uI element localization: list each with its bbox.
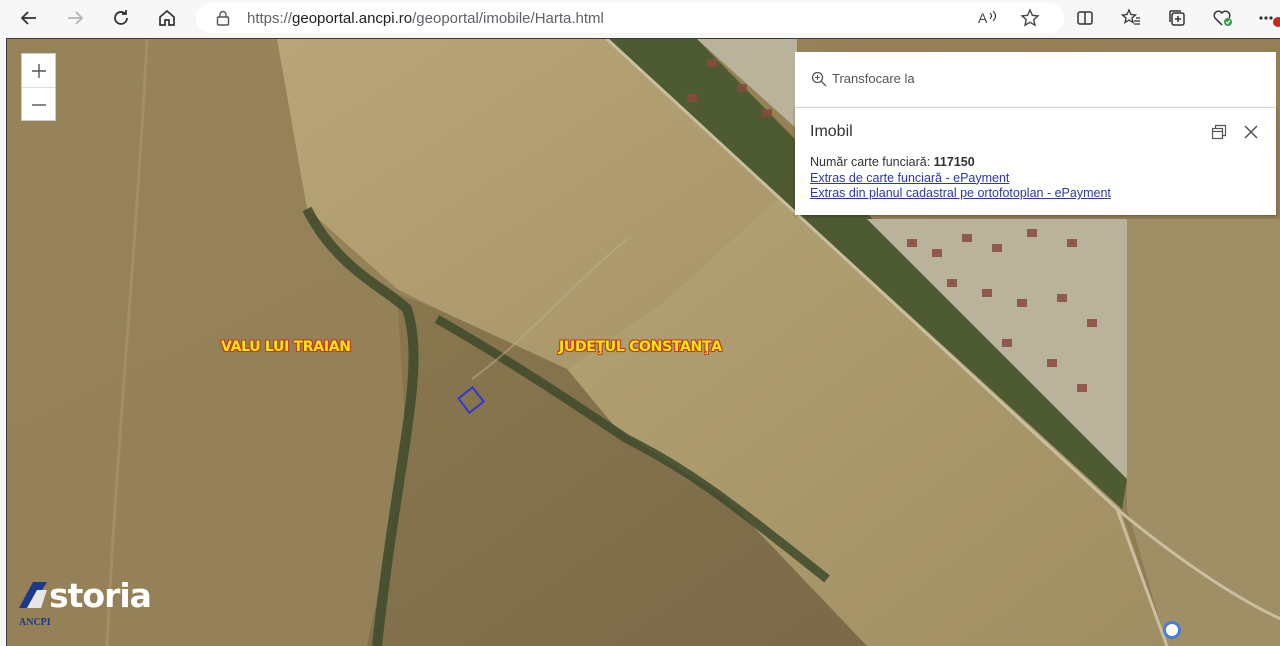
url-text[interactable]: https://geoportal.ancpi.ro/geoportal/imo…	[247, 10, 604, 27]
search-zoom-icon	[811, 71, 827, 92]
zoom-out-button[interactable]	[22, 87, 55, 121]
collections-icon[interactable]	[1163, 4, 1191, 32]
extras-plan-cadastral-link[interactable]: Extras din planul cadastral pe ortofotop…	[810, 186, 1111, 202]
dock-icon[interactable]	[1209, 122, 1229, 142]
ancpi-label: ANCPI	[19, 617, 51, 628]
place-label-valu-lui-traian: VALU LUI TRAIAN	[221, 339, 351, 355]
field-label: Număr carte funciară:	[810, 155, 931, 169]
popup-title: Imobil	[810, 123, 853, 140]
storia-logo-text: storia	[49, 576, 152, 615]
zoom-control	[21, 53, 56, 121]
browser-essentials-icon[interactable]	[1209, 4, 1237, 32]
lock-icon[interactable]	[216, 10, 230, 31]
favorites-icon[interactable]	[1117, 4, 1145, 32]
carte-funciara-field: Număr carte funciară: 117150	[810, 155, 1111, 171]
more-icon[interactable]	[1255, 4, 1280, 32]
feature-popup: Imobil Număr carte funciară: 117150 Extr…	[795, 108, 1276, 215]
extras-carte-funciara-link[interactable]: Extras de carte funciară - ePayment	[810, 171, 1111, 187]
forward-icon[interactable]	[61, 4, 89, 32]
read-aloud-icon[interactable]: A	[978, 9, 998, 32]
ancpi-logo-icon	[19, 582, 47, 608]
home-icon[interactable]	[153, 4, 181, 32]
storia-watermark: storia	[17, 574, 177, 644]
split-screen-icon[interactable]	[1071, 4, 1099, 32]
map-viewport[interactable]: VALU LUI TRAIAN JUDEŢUL CONSTANŢA Transf…	[6, 38, 1280, 646]
search-widget[interactable]: Transfocare la	[795, 52, 1276, 108]
popup-content: Număr carte funciară: 117150 Extras de c…	[810, 155, 1111, 202]
svg-text:A: A	[978, 10, 988, 26]
location-marker-icon[interactable]	[1163, 621, 1181, 639]
search-input[interactable]: Transfocare la	[832, 71, 915, 86]
close-icon[interactable]	[1241, 122, 1261, 142]
field-value: 117150	[933, 155, 975, 169]
browser-toolbar: https://geoportal.ancpi.ro/geoportal/imo…	[0, 0, 1280, 36]
place-label-judetul-constanta: JUDEŢUL CONSTANŢA	[559, 339, 722, 355]
back-icon[interactable]	[15, 4, 43, 32]
refresh-icon[interactable]	[107, 4, 135, 32]
favorite-star-icon[interactable]	[1020, 8, 1040, 33]
zoom-in-button[interactable]	[22, 54, 55, 87]
address-bar[interactable]: https://geoportal.ancpi.ro/geoportal/imo…	[196, 3, 1064, 33]
